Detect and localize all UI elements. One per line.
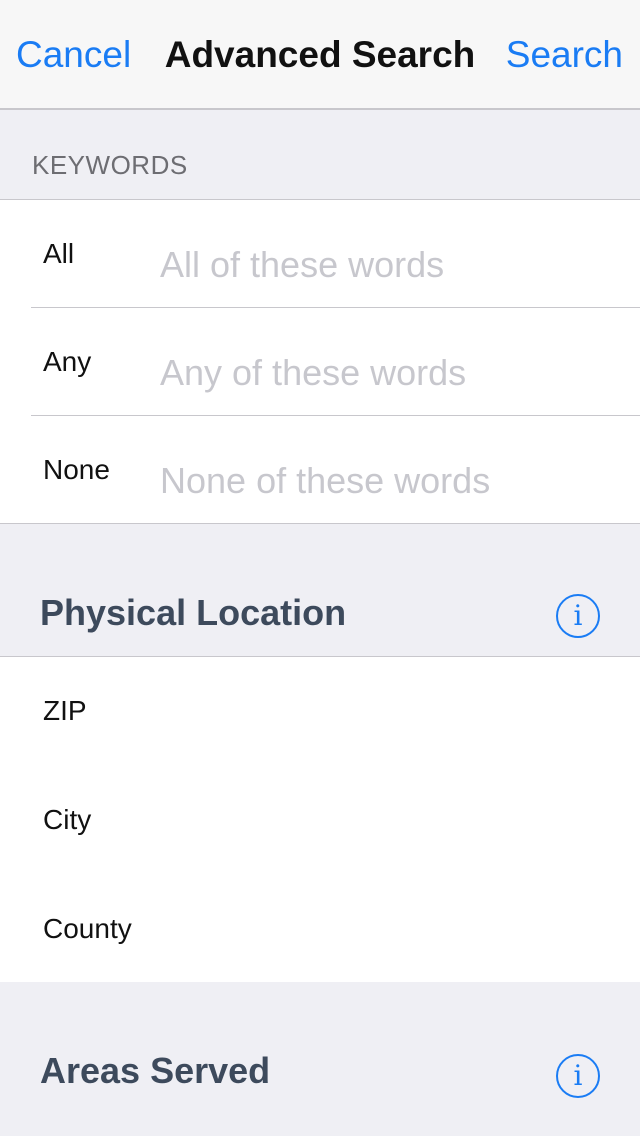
- location-row-zip[interactable]: ZIP: [0, 657, 640, 765]
- info-icon[interactable]: i: [556, 594, 600, 638]
- keyword-all-label: All: [43, 238, 75, 269]
- navigation-bar: Cancel Advanced Search Search: [0, 0, 640, 110]
- keywords-header-label: KEYWORDS: [32, 150, 188, 180]
- info-icon[interactable]: i: [556, 1054, 600, 1098]
- county-label: County: [43, 913, 132, 944]
- keywords-group: All Any None: [0, 199, 640, 524]
- search-button[interactable]: Search: [506, 34, 623, 76]
- keyword-row-any: Any: [0, 308, 640, 416]
- keyword-row-all: All: [0, 200, 640, 308]
- location-row-city[interactable]: City: [0, 766, 640, 874]
- location-row-county[interactable]: County: [0, 875, 640, 983]
- zip-label: ZIP: [43, 695, 87, 726]
- keyword-row-none: None: [0, 416, 640, 524]
- any-words-input[interactable]: [160, 348, 620, 398]
- city-label: City: [43, 804, 92, 835]
- all-words-input[interactable]: [160, 240, 620, 290]
- keywords-section-header: KEYWORDS: [0, 110, 640, 200]
- physical-location-title: Physical Location: [40, 592, 347, 633]
- none-words-input[interactable]: [160, 456, 620, 506]
- physical-location-header: Physical Location i: [0, 524, 640, 656]
- keyword-none-label: None: [43, 454, 110, 485]
- keyword-any-label: Any: [43, 346, 92, 377]
- areas-served-header: Areas Served i: [0, 982, 640, 1136]
- areas-served-title: Areas Served: [40, 1050, 271, 1091]
- physical-location-group: ZIP City County: [0, 656, 640, 982]
